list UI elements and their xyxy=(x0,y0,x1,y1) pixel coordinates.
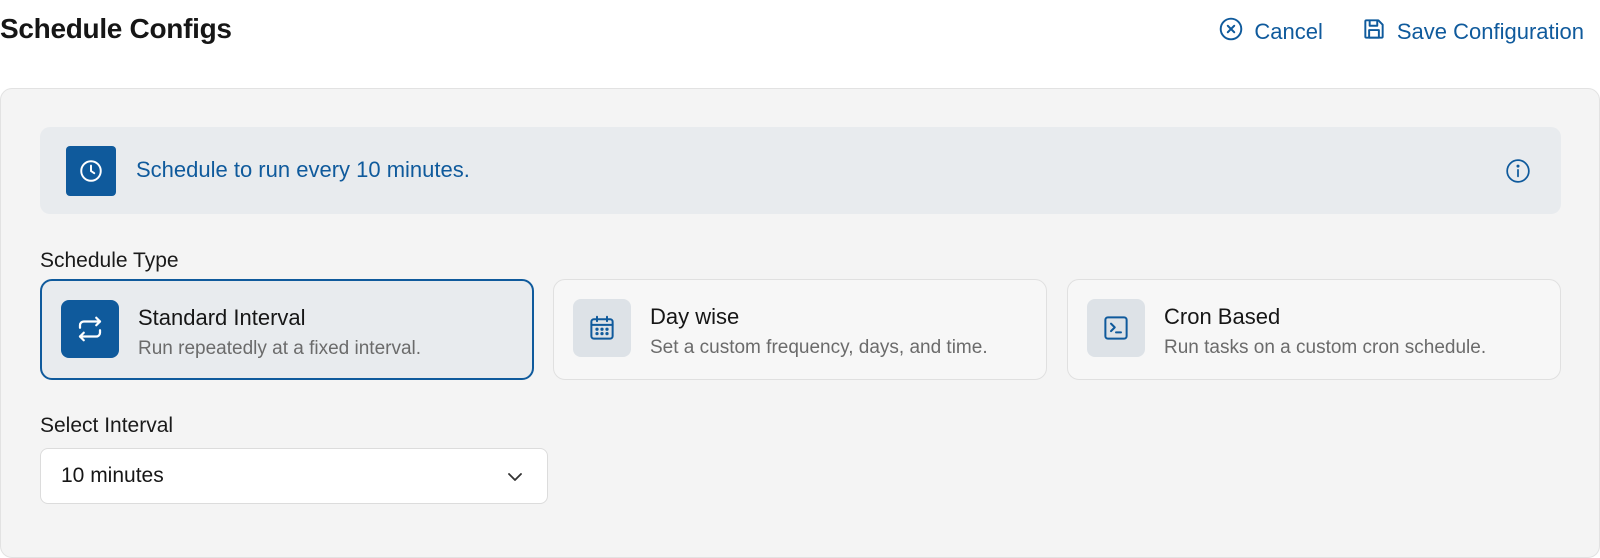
page-title: Schedule Configs xyxy=(0,13,232,44)
interval-select[interactable]: 10 minutes xyxy=(40,448,548,504)
card-description: Set a custom frequency, days, and time. xyxy=(650,337,988,358)
save-icon xyxy=(1361,16,1387,48)
calendar-icon xyxy=(573,299,631,357)
schedule-type-day-wise[interactable]: Day wise Set a custom frequency, days, a… xyxy=(553,279,1047,380)
card-title: Standard Interval xyxy=(138,305,306,330)
select-interval-label: Select Interval xyxy=(40,414,174,437)
close-circle-icon xyxy=(1218,16,1244,48)
cancel-label: Cancel xyxy=(1254,19,1323,44)
top-bar: Schedule Configs Cancel Save Configurati xyxy=(0,0,1600,64)
card-title: Cron Based xyxy=(1164,304,1281,329)
interval-select-value: 10 minutes xyxy=(61,464,164,487)
clock-icon xyxy=(66,146,116,196)
chevron-down-icon xyxy=(503,465,527,489)
save-configuration-button[interactable]: Save Configuration xyxy=(1361,16,1584,48)
terminal-icon xyxy=(1087,299,1145,357)
card-title: Day wise xyxy=(650,304,740,329)
schedule-type-label: Schedule Type xyxy=(40,249,179,272)
schedule-type-standard-interval[interactable]: Standard Interval Run repeatedly at a fi… xyxy=(40,279,534,380)
repeat-icon xyxy=(61,300,119,358)
schedule-summary-banner: Schedule to run every 10 minutes. xyxy=(40,127,1561,214)
schedule-type-cron-based[interactable]: Cron Based Run tasks on a custom cron sc… xyxy=(1067,279,1561,380)
card-description: Run repeatedly at a fixed interval. xyxy=(138,338,422,359)
cancel-button[interactable]: Cancel xyxy=(1218,16,1323,48)
schedule-summary-text: Schedule to run every 10 minutes. xyxy=(136,157,470,182)
save-configuration-label: Save Configuration xyxy=(1396,19,1584,44)
card-description: Run tasks on a custom cron schedule. xyxy=(1164,337,1487,358)
schedule-panel: Schedule to run every 10 minutes. Schedu… xyxy=(0,88,1600,558)
top-actions: Cancel Save Configuration xyxy=(1218,16,1584,48)
info-icon[interactable] xyxy=(1505,158,1531,184)
